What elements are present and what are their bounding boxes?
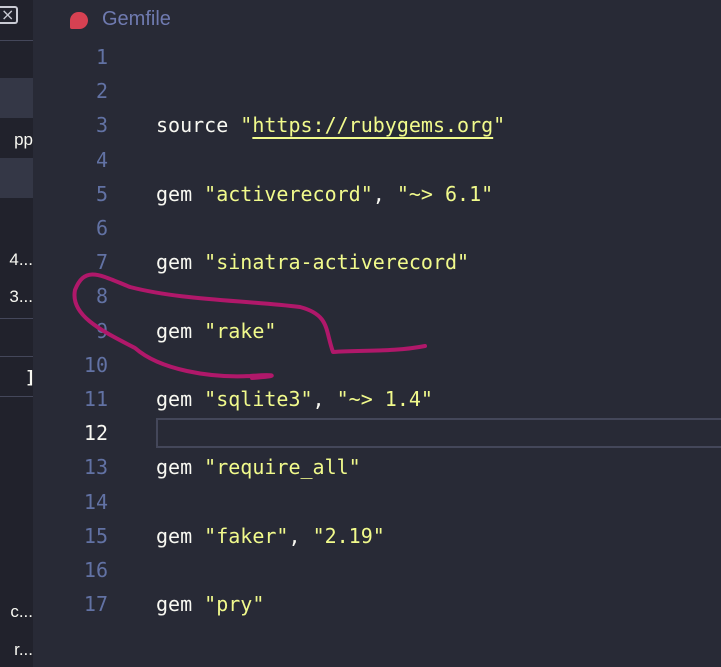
tab-label: Gemfile bbox=[102, 8, 171, 30]
line-number: 2 bbox=[95, 79, 108, 104]
code-line[interactable]: gem "rake" bbox=[156, 314, 276, 348]
sidebar-item-label[interactable]: ] bbox=[0, 367, 33, 387]
line-number: 3 bbox=[95, 113, 108, 138]
line-number: 9 bbox=[95, 318, 108, 343]
code-token: "sinatra-activerecord" bbox=[204, 250, 470, 275]
code-token: gem bbox=[156, 250, 205, 275]
code-line[interactable]: gem "pry" bbox=[156, 587, 264, 621]
sidebar-item-label[interactable]: pp bbox=[0, 130, 33, 150]
sidebar-item-selected[interactable] bbox=[0, 158, 33, 198]
code-token: " bbox=[240, 113, 253, 138]
code-token: gem bbox=[156, 523, 205, 548]
code-line[interactable]: source "https://rubygems.org" bbox=[156, 108, 505, 142]
sidebar-divider bbox=[0, 356, 33, 357]
code-token: gem bbox=[156, 318, 205, 343]
code-token: gem bbox=[156, 181, 205, 206]
line-number: 8 bbox=[95, 284, 108, 309]
sidebar-item-label[interactable]: 4... bbox=[0, 250, 33, 270]
code-token: gem bbox=[156, 387, 205, 411]
line-number: 4 bbox=[95, 147, 108, 172]
file-explorer-sidebar: pp 4... 3... ] c... r... bbox=[0, 0, 33, 667]
code-line[interactable]: gem "sqlite3", "~> 1.4" bbox=[156, 382, 433, 416]
sidebar-item-label[interactable]: r... bbox=[0, 640, 33, 660]
code-token: source bbox=[156, 113, 241, 138]
sidebar-item-label[interactable]: 3... bbox=[0, 287, 33, 307]
code-token: "faker" bbox=[204, 523, 289, 548]
code-token: "require_all" bbox=[204, 455, 361, 480]
code-token: gem bbox=[156, 455, 205, 480]
line-number: 14 bbox=[83, 489, 108, 514]
line-number: 11 bbox=[83, 387, 108, 411]
line-number: 1 bbox=[95, 45, 108, 69]
code-token: "sqlite3" bbox=[204, 387, 313, 411]
code-token: gem bbox=[156, 592, 205, 617]
editor-window: pp 4... 3... ] c... r... Gemfile 123sour… bbox=[0, 0, 721, 667]
code-token: , bbox=[372, 181, 397, 206]
sidebar-item-text: r... bbox=[14, 640, 33, 659]
sidebar-item-label[interactable]: c... bbox=[0, 602, 33, 622]
code-token: "activerecord" bbox=[204, 181, 373, 206]
sidebar-item-text: pp bbox=[14, 130, 33, 149]
current-line-highlight bbox=[156, 418, 721, 448]
line-number: 6 bbox=[95, 216, 108, 240]
line-number: 7 bbox=[95, 250, 108, 275]
code-line[interactable]: gem "require_all" bbox=[156, 450, 361, 484]
sidebar-item-selected[interactable] bbox=[0, 78, 33, 118]
ruby-gem-icon bbox=[70, 12, 88, 29]
code-token: "~> 6.1" bbox=[396, 181, 494, 206]
close-all-icon[interactable] bbox=[0, 5, 18, 24]
line-number: 17 bbox=[83, 592, 108, 617]
code-token: "pry" bbox=[204, 592, 265, 617]
line-number: 5 bbox=[95, 181, 108, 206]
code-line[interactable]: gem "activerecord", "~> 6.1" bbox=[156, 177, 493, 211]
hand-drawn-circle-annotation bbox=[72, 272, 427, 380]
line-number: 13 bbox=[83, 455, 108, 480]
line-number: 10 bbox=[83, 352, 108, 377]
line-number: 15 bbox=[83, 523, 108, 548]
url-link[interactable]: https://rubygems.org bbox=[252, 113, 493, 137]
line-number: 12 bbox=[83, 421, 108, 446]
sidebar-item-text: 3... bbox=[9, 287, 33, 306]
sidebar-divider bbox=[0, 396, 33, 397]
code-line[interactable]: gem "faker", "2.19" bbox=[156, 519, 385, 553]
code-token: "~> 1.4" bbox=[336, 387, 433, 411]
sidebar-item-text: c... bbox=[10, 602, 33, 621]
code-token: "rake" bbox=[204, 318, 277, 343]
line-number: 16 bbox=[83, 558, 108, 582]
sidebar-item-text: 4... bbox=[9, 250, 33, 269]
code-line[interactable]: gem "sinatra-activerecord" bbox=[156, 245, 469, 279]
sidebar-divider bbox=[0, 318, 33, 319]
code-token: " bbox=[493, 113, 506, 138]
code-token: , bbox=[312, 387, 337, 411]
code-token: , bbox=[288, 523, 313, 548]
code-token: "2.19" bbox=[312, 523, 385, 548]
sidebar-divider bbox=[0, 40, 33, 41]
